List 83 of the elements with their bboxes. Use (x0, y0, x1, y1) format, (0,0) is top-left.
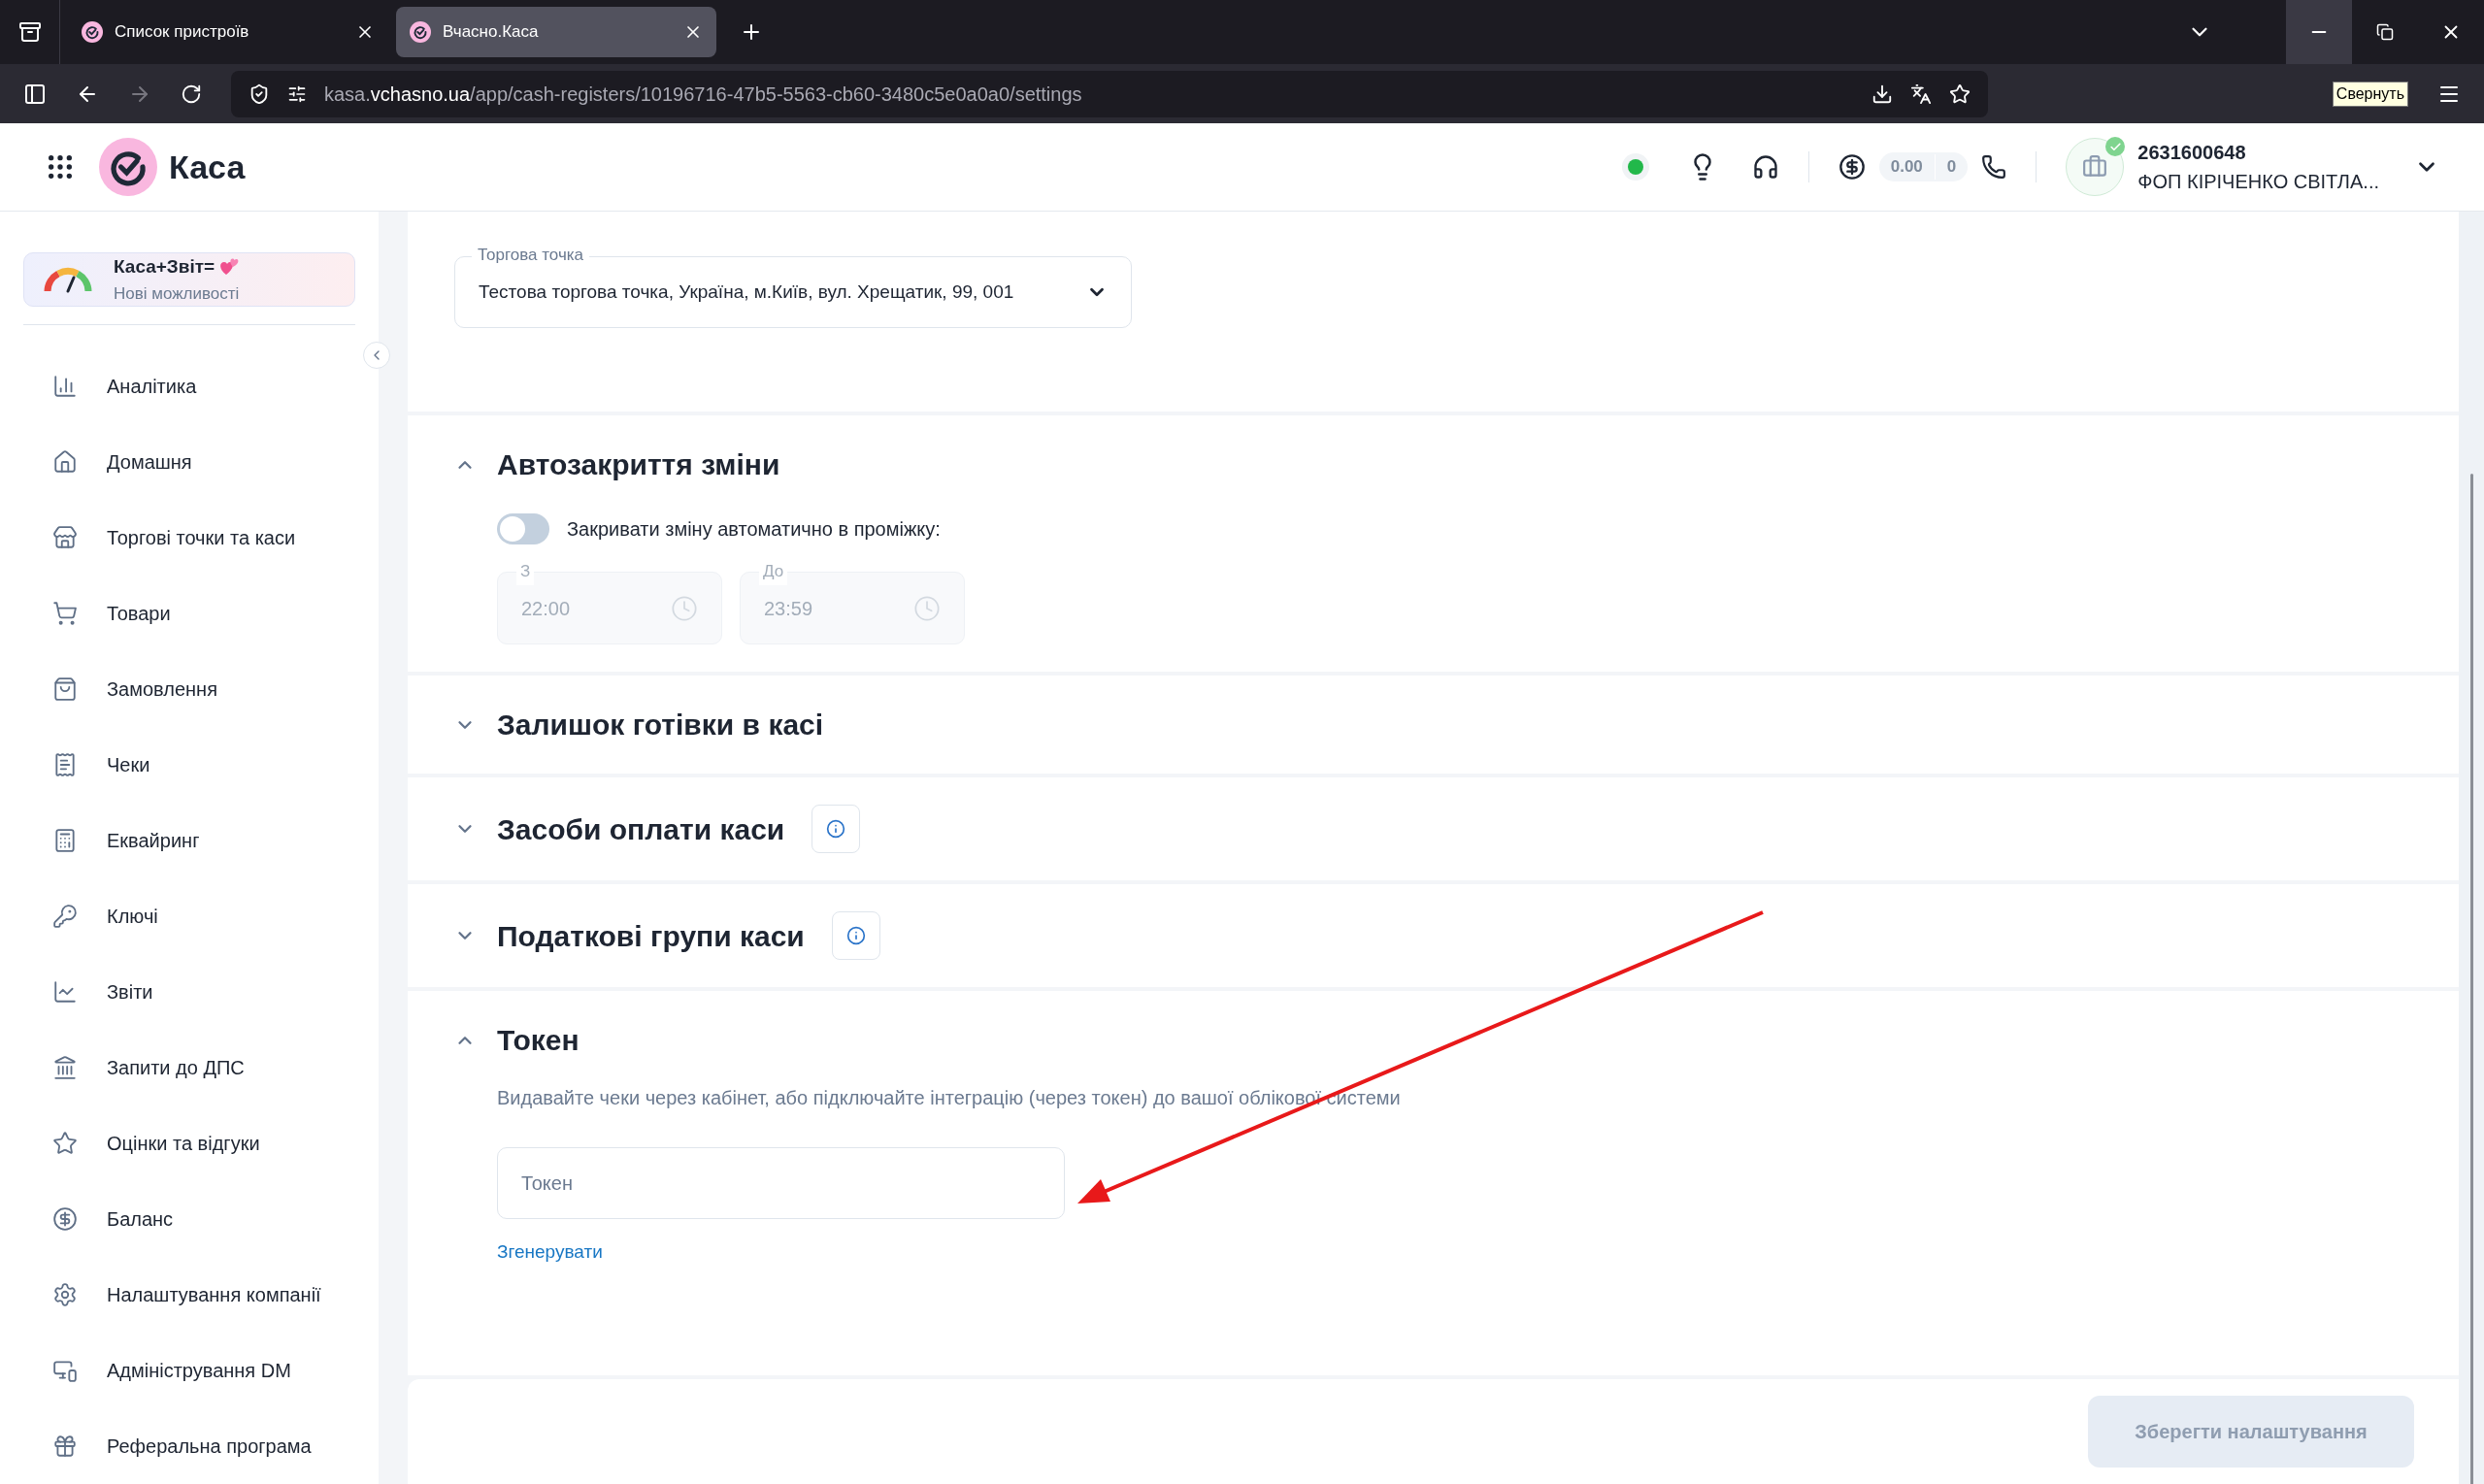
shield-icon[interactable] (248, 82, 270, 105)
scrollbar[interactable] (2469, 474, 2473, 1484)
key-icon (52, 904, 78, 929)
info-button[interactable] (811, 805, 861, 853)
sidebar-item[interactable]: Аналітика (23, 348, 355, 424)
gauge-icon (44, 266, 92, 293)
balance-count: 0 (1934, 154, 1969, 180)
line-chart-icon (52, 979, 78, 1005)
toggle-label: Закривати зміну автоматично в проміжку: (567, 517, 941, 542)
sidebar-item[interactable]: Оцінки та відгуки (23, 1105, 355, 1181)
headphones-icon[interactable] (1751, 153, 1779, 181)
gift-icon (52, 1434, 78, 1459)
tab-title: Вчасно.Каса (443, 21, 540, 44)
promo-card[interactable]: Каса+Звіт= Нові можливості (23, 252, 355, 307)
logo-icon (410, 21, 431, 43)
url-domain: vchasno.ua (370, 82, 471, 105)
sidebar-item[interactable]: Звіти (23, 954, 355, 1030)
promo-title: Каса+Звіт= (114, 255, 215, 279)
devices-icon (52, 1358, 78, 1383)
browser-tab[interactable]: Список пристроїв (68, 7, 388, 57)
balance-amount: 0.00 (1889, 156, 1924, 179)
bag-icon (52, 676, 78, 702)
hearts-icon (218, 257, 241, 278)
logo-icon (82, 21, 103, 43)
info-icon (826, 819, 846, 839)
info-icon (845, 926, 866, 945)
store-icon (52, 525, 78, 550)
sidebar-item[interactable]: Запити до ДПС (23, 1030, 355, 1105)
tab-title: Список пристроїв (115, 21, 250, 44)
reload-icon[interactable] (181, 82, 202, 105)
section-description: Видавайте чеки через кабінет, або підключайте інтеграцію (через токен) до вашої облікової системи (497, 1086, 1402, 1110)
app-name: Каса (169, 147, 246, 187)
url-host: kasa. (324, 82, 371, 105)
clock-icon (671, 594, 698, 622)
field-value: 23:59 (764, 596, 813, 621)
token-field[interactable]: Токен (497, 1147, 1065, 1219)
field-value: 22:00 (521, 596, 571, 621)
calculator-icon (52, 828, 78, 853)
sidebar-item[interactable]: Торгові точки та каси (23, 500, 355, 576)
company-name: ФОП КІРІЧЕНКО СВІТЛА... (2137, 170, 2379, 194)
sidebar-item[interactable]: Еквайринг (23, 803, 355, 878)
sidebar-item[interactable]: Замовлення (23, 651, 355, 727)
site-settings-icon[interactable] (287, 83, 307, 104)
section-title: Токен (497, 1023, 580, 1058)
section-title: Автозакриття зміни (497, 447, 780, 482)
download-icon[interactable] (1871, 82, 1893, 105)
section-title: Податкові групи каси (497, 918, 805, 954)
generate-link[interactable]: Згенерувати (497, 1238, 603, 1267)
bar-chart-icon (52, 374, 78, 399)
sidebar-item[interactable]: Домашня (23, 424, 355, 500)
sidebar-item[interactable]: Реферальна програма (23, 1408, 355, 1484)
cart-icon (52, 601, 78, 626)
coin-icon (52, 1206, 78, 1232)
sidebar-item[interactable]: Товари (23, 576, 355, 651)
bookmark-icon[interactable] (1949, 82, 1971, 105)
tooltip: Свернуть (2332, 81, 2408, 107)
promo-subtitle: Нові можливості (114, 282, 241, 305)
house-icon (52, 449, 78, 475)
company-id: 2631600648 (2137, 141, 2247, 165)
toggle-switch[interactable] (497, 513, 549, 544)
receipt-icon (52, 752, 78, 777)
translate-icon[interactable] (1910, 82, 1932, 105)
sidebar-item[interactable]: Ключі (23, 878, 355, 954)
coin-icon[interactable] (1838, 153, 1866, 181)
section-title: Засоби оплати каси (497, 811, 785, 847)
sidebar-icon[interactable] (23, 82, 47, 106)
url-path: /app/cash-registers/10196716-47b5-5563-cb60-3480c5e0a0a0/settings (470, 82, 1082, 105)
address-bar[interactable]: kasa.vchasno.ua/app/cash-registers/10196716-47b5-5563-cb60-3480c5e0a0a0/settings (231, 70, 1988, 117)
sidebar-item[interactable]: Адміністрування DM (23, 1333, 355, 1408)
sidebar-item[interactable]: Налаштування компанії (23, 1257, 355, 1333)
restore-icon[interactable] (2376, 23, 2394, 41)
section-title: Залишок готівки в касі (497, 708, 824, 742)
sidebar-item[interactable]: Баланс (23, 1181, 355, 1257)
star-icon (52, 1131, 78, 1156)
logo-icon (99, 138, 157, 196)
info-button[interactable] (831, 911, 880, 960)
clock-icon (913, 594, 941, 622)
select-value: Тестова торгова точка, Україна, м.Київ, вул. Хрещатик, 99, 001 (479, 280, 1014, 304)
settings-icon (52, 1282, 78, 1307)
browser-tab[interactable]: Вчасно.Каса (396, 7, 716, 57)
bank-icon (52, 1055, 78, 1080)
tab-list-icon[interactable] (17, 20, 42, 44)
sidebar-item[interactable]: Чеки (23, 727, 355, 803)
